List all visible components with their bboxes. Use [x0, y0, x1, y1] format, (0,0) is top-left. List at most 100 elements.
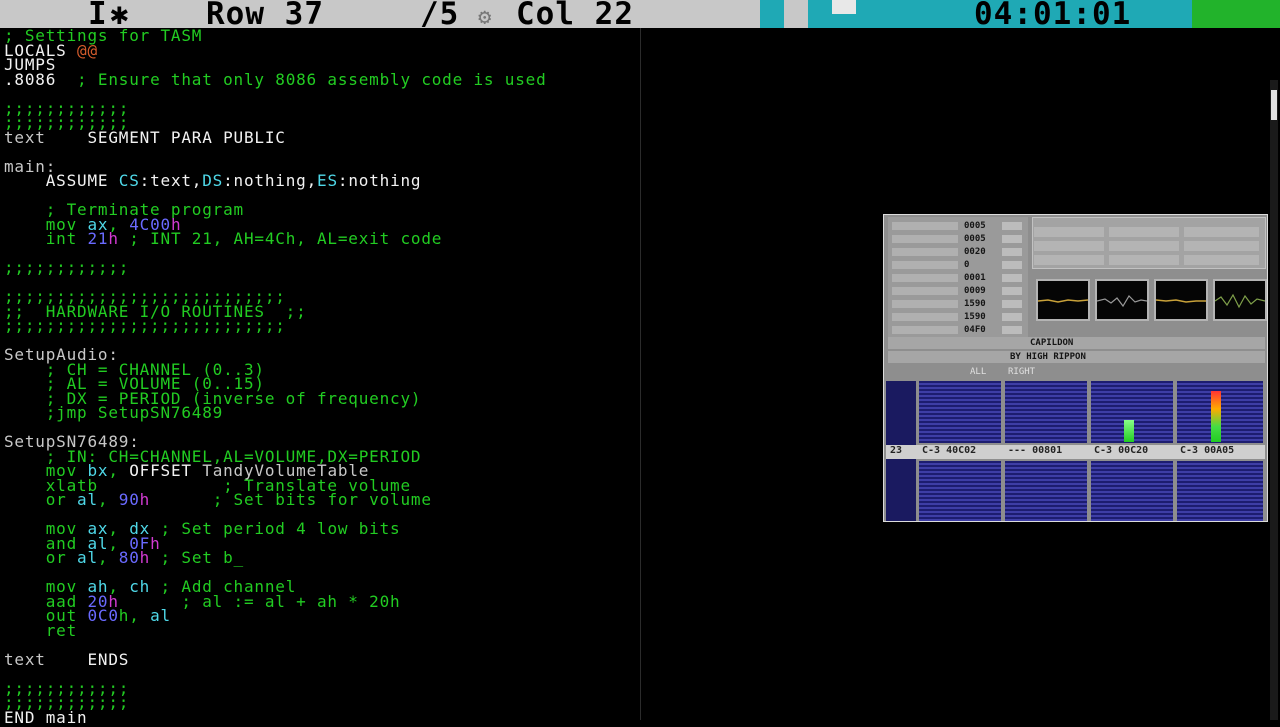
- editor-divider: [640, 28, 641, 720]
- code-token: 0C0: [87, 606, 119, 625]
- code-token: h: [139, 490, 151, 509]
- code-token: ASSUME: [4, 171, 119, 190]
- code-line[interactable]: ret: [4, 620, 78, 640]
- tracker-window[interactable]: 0005 0005 0020 0 0001 0009 1590 1590 04F0 CAPILD…: [883, 214, 1268, 522]
- tracker-button[interactable]: [1109, 255, 1179, 265]
- tracker-button[interactable]: [1109, 241, 1179, 251]
- code-token: al: [150, 606, 171, 625]
- tracker-button[interactable]: [1034, 255, 1104, 265]
- code-line[interactable]: ;;;;;;;;;;;;: [4, 260, 129, 276]
- channel-1-pattern-lower: [919, 461, 1001, 521]
- tracker-param-arrows[interactable]: [1002, 300, 1022, 308]
- code-line[interactable]: ;;;;;;;;;;;;;;;;;;;;;;;;;;;: [4, 316, 286, 335]
- code-token: al: [77, 548, 98, 567]
- tracker-param-label: [892, 261, 958, 269]
- oscilloscope-icon: [1213, 279, 1267, 321]
- tracker-param-label: [892, 287, 958, 295]
- code-token: :text,: [139, 171, 203, 190]
- code-token: ;;;;;;;;;;;;;;;;;;;;;;;;;;;: [4, 316, 286, 335]
- code-token: ES: [317, 171, 338, 190]
- code-token: ,: [97, 490, 119, 509]
- total-lines-indicator: /5: [420, 0, 460, 32]
- tracker-param-label: [892, 326, 958, 334]
- code-token: ; Ensure that only 8086 assembly code is…: [56, 69, 547, 89]
- code-line[interactable]: or al, 90h ; Set bits for volume: [4, 490, 432, 509]
- code-token: al: [77, 490, 98, 509]
- tracker-button[interactable]: [1034, 241, 1104, 251]
- code-token: :nothing,: [223, 171, 318, 190]
- tracker-param-value: 1590: [964, 312, 986, 322]
- code-token: ret: [4, 620, 78, 640]
- tracker-param-arrows[interactable]: [1002, 235, 1022, 243]
- vu-meter-channel-3: [1124, 420, 1134, 442]
- code-token: ; INT 21, AH=4Ch, AL=exit code: [118, 229, 443, 248]
- tracker-label-right: RIGHT: [1008, 367, 1036, 377]
- status-block-cyan-2: [1164, 0, 1192, 28]
- code-token: ,: [97, 548, 119, 567]
- tracker-param-arrows[interactable]: [1002, 222, 1022, 230]
- tracker-param-label: [892, 300, 958, 308]
- tracker-param-value: 0020: [964, 247, 986, 257]
- tracker-button[interactable]: [1109, 227, 1179, 237]
- tracker-param-arrows[interactable]: [1002, 313, 1022, 321]
- code-token: SEGMENT PARA PUBLIC: [45, 127, 286, 147]
- tracker-param-arrows[interactable]: [1002, 248, 1022, 256]
- track-2-cell: --- 00801: [1008, 445, 1063, 456]
- code-token: ENDS: [45, 649, 130, 669]
- code-token: DS: [202, 171, 224, 190]
- tracker-param-value: 0: [964, 260, 970, 270]
- oscilloscope-icon: [1036, 279, 1090, 321]
- tracker-button[interactable]: [1184, 227, 1259, 237]
- track-4-cell: C-3 00A05: [1180, 445, 1235, 456]
- code-line[interactable]: int 21h ; INT 21, AH=4Ch, AL=exit code: [4, 229, 443, 248]
- channel-2-pattern: [1005, 381, 1087, 443]
- status-block-green: [1192, 0, 1280, 28]
- tracker-param-label: [892, 248, 958, 256]
- tracker-button[interactable]: [1034, 227, 1104, 237]
- tracker-param-value: 0001: [964, 273, 986, 283]
- code-token: .8086: [4, 69, 57, 89]
- code-token: h,: [118, 606, 151, 625]
- code-token: h: [108, 229, 119, 248]
- tracker-param-arrows[interactable]: [1002, 261, 1022, 269]
- scrollbar-thumb[interactable]: [1271, 90, 1277, 120]
- status-block-white: [832, 0, 856, 14]
- song-title: CAPILDON: [1030, 338, 1074, 348]
- row-indicator: Row 37: [206, 0, 324, 32]
- tracker-param-value: 0005: [964, 221, 986, 231]
- code-line[interactable]: ASSUME CS:text,DS:nothing,ES:nothing: [4, 171, 422, 190]
- scrollbar[interactable]: [1270, 80, 1278, 720]
- code-token: 80: [118, 548, 140, 567]
- code-line[interactable]: ;jmp SetupSN76489: [4, 405, 223, 421]
- tracker-label-all: ALL: [970, 367, 987, 377]
- tracker-param-value: 04F0: [964, 325, 986, 335]
- channel-2-pattern-lower: [1005, 461, 1087, 521]
- code-editor[interactable]: ; Settings for TASM LOCALS @@ JUMPS .8086 ;…: [0, 28, 640, 726]
- track-3-cell: C-3 00C20: [1094, 445, 1149, 456]
- tracker-param-value: 1590: [964, 299, 986, 309]
- tracker-param-arrows[interactable]: [1002, 326, 1022, 334]
- code-token: 90: [118, 490, 140, 509]
- code-token: END main: [4, 707, 88, 727]
- tracker-button[interactable]: [1184, 241, 1259, 251]
- code-token: :nothing: [337, 171, 422, 190]
- tracker-param-arrows[interactable]: [1002, 287, 1022, 295]
- code-line[interactable]: or al, 80h ; Set b_: [4, 548, 244, 567]
- code-token: or: [4, 548, 78, 567]
- oscilloscope-icon: [1095, 279, 1149, 321]
- current-row-number: 23: [890, 445, 903, 456]
- channel-1-pattern: [919, 381, 1001, 443]
- tracker-button[interactable]: [1184, 255, 1259, 265]
- col-indicator: Col 22: [516, 0, 634, 32]
- track-1-cell: C-3 40C02: [922, 445, 977, 456]
- tracker-param-label: [892, 235, 958, 243]
- code-token: text: [4, 127, 46, 147]
- code-line[interactable]: END main: [4, 707, 88, 727]
- tracker-param-arrows[interactable]: [1002, 274, 1022, 282]
- code-line[interactable]: text ENDS: [4, 649, 130, 669]
- code-line[interactable]: text SEGMENT PARA PUBLIC: [4, 127, 286, 147]
- code-token: int: [4, 229, 88, 248]
- tracker-title-row: [888, 337, 1265, 349]
- code-line[interactable]: .8086 ; Ensure that only 8086 assembly c…: [4, 69, 547, 89]
- clock: 04:01:01: [974, 0, 1132, 32]
